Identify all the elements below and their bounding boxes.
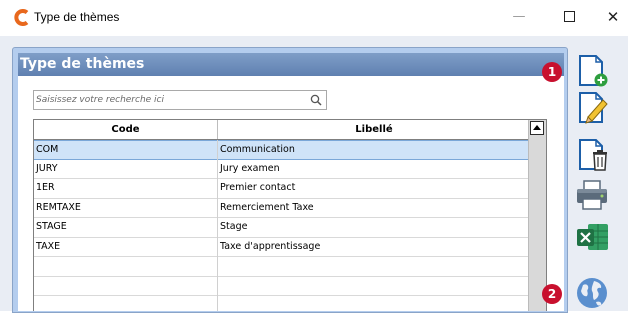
scroll-up-button[interactable]: [530, 121, 544, 135]
maximize-button[interactable]: [552, 6, 586, 28]
panel-title: Type de thèmes: [20, 56, 145, 72]
step-badge-2: 2: [542, 284, 562, 304]
table-row[interactable]: COM Communication: [34, 140, 530, 160]
cell-libelle: Stage: [220, 221, 248, 232]
column-header-libelle[interactable]: Libellé: [218, 120, 530, 139]
cell-libelle: Communication: [220, 144, 295, 155]
minimize-button[interactable]: —: [502, 6, 536, 28]
step-badge-1: 1: [542, 62, 562, 82]
cell-code: COM: [36, 144, 59, 155]
search-box[interactable]: [33, 90, 327, 110]
table-row[interactable]: JURY Jury examen: [34, 160, 530, 179]
maximize-icon: [563, 10, 575, 22]
table-header: Code Libellé: [34, 120, 530, 140]
table-row[interactable]: REMTAXE Remerciement Taxe: [34, 199, 530, 218]
cell-libelle: Remerciement Taxe: [220, 201, 314, 213]
cell-libelle: Taxe d'apprentissage: [220, 240, 321, 252]
table-body: COM Communication JURY Jury examen 1ER P…: [34, 140, 530, 311]
table-row-empty[interactable]: [34, 277, 530, 296]
column-header-code[interactable]: Code: [34, 120, 218, 139]
close-button[interactable]: ✕: [596, 6, 628, 28]
column-separator: [217, 140, 218, 311]
table-row[interactable]: STAGE Stage: [34, 218, 530, 238]
window-title: Type de thèmes: [34, 10, 120, 24]
cell-code: JURY: [36, 162, 58, 174]
cell-libelle: Jury examen: [220, 162, 280, 174]
globe-icon[interactable]: [574, 275, 610, 311]
table-row-empty[interactable]: [34, 296, 530, 311]
search-icon[interactable]: [310, 94, 322, 106]
table-row[interactable]: TAXE Taxe d'apprentissage: [34, 238, 530, 257]
cell-code: REMTAXE: [36, 201, 81, 213]
app-logo-icon: [14, 9, 29, 26]
cell-code: TAXE: [36, 240, 61, 252]
window-titlebar: Type de thèmes — ✕: [0, 0, 628, 36]
search-input[interactable]: [36, 92, 304, 108]
vertical-scrollbar[interactable]: [528, 120, 546, 311]
table-row-empty[interactable]: [34, 257, 530, 277]
cell-code: 1ER: [36, 182, 55, 193]
delete-document-icon[interactable]: [574, 137, 610, 173]
cell-code: STAGE: [36, 221, 67, 232]
table-row[interactable]: 1ER Premier contact: [34, 179, 530, 199]
edit-document-icon[interactable]: [574, 90, 610, 126]
cell-libelle: Premier contact: [220, 182, 296, 193]
excel-icon[interactable]: [574, 220, 610, 256]
new-document-icon[interactable]: [574, 53, 610, 89]
themes-table: Code Libellé COM Communication JURY Jury…: [33, 119, 547, 311]
printer-icon[interactable]: [574, 177, 610, 213]
